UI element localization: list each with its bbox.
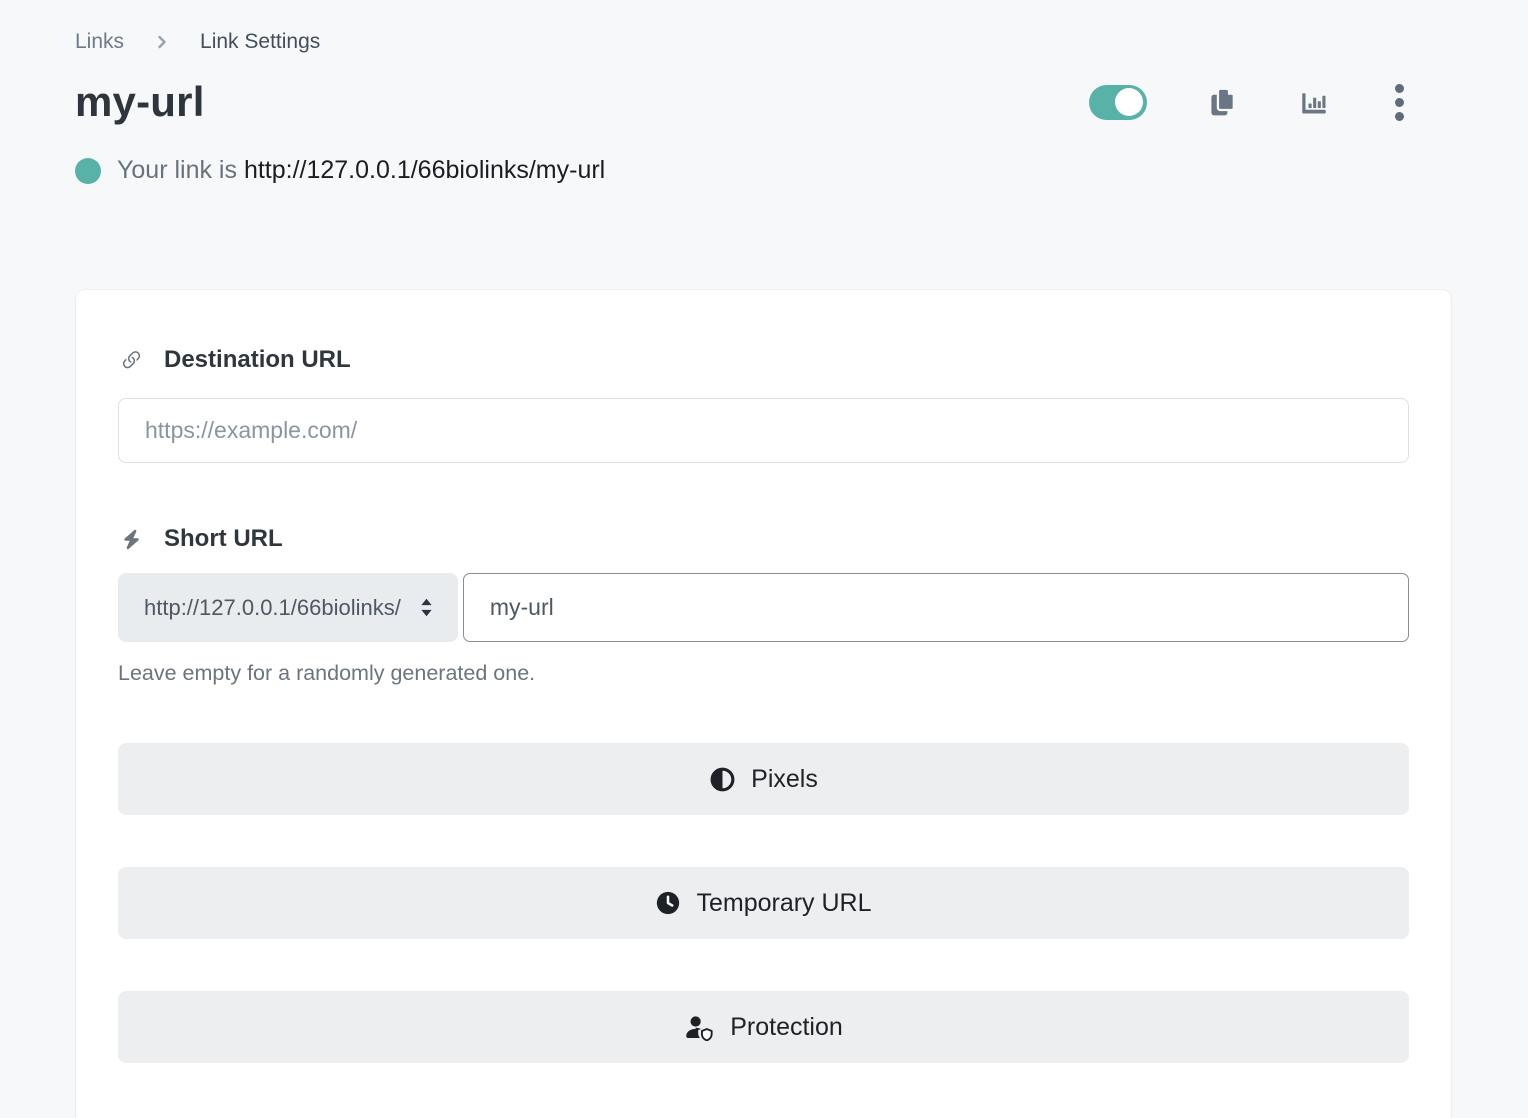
status-text: Your link is http://127.0.0.1/66biolinks…	[117, 156, 605, 185]
bar-chart-icon	[1299, 87, 1329, 117]
sort-arrows-icon	[417, 597, 436, 618]
status-prefix: Your link is	[117, 156, 237, 184]
link-settings-page: Links Link Settings my-url	[0, 0, 1528, 1118]
chevron-right-icon	[154, 34, 170, 50]
short-url-slug-input[interactable]	[463, 573, 1409, 642]
header-controls	[1089, 82, 1452, 123]
statistics-button[interactable]	[1299, 87, 1329, 117]
short-link-url[interactable]: http://127.0.0.1/66biolinks/my-url	[244, 156, 605, 184]
chain-link-icon	[118, 348, 144, 373]
link-settings-card: Destination URL Short URL http://127.0.0…	[75, 289, 1452, 1118]
protection-button-label: Protection	[730, 1013, 843, 1042]
toggle-knob	[1115, 88, 1143, 116]
destination-url-label-text: Destination URL	[164, 346, 351, 374]
domain-select[interactable]: http://127.0.0.1/66biolinks/	[118, 573, 458, 642]
circle-half-filled-icon	[709, 766, 736, 793]
page-title: my-url	[75, 78, 205, 126]
link-active-toggle[interactable]	[1089, 85, 1147, 120]
kebab-menu-icon[interactable]	[1389, 82, 1410, 123]
breadcrumb: Links Link Settings	[75, 30, 1452, 54]
status-dot-icon	[75, 158, 101, 184]
breadcrumb-links[interactable]: Links	[75, 30, 124, 54]
destination-url-input[interactable]	[118, 398, 1409, 463]
pixels-button[interactable]: Pixels	[118, 743, 1409, 815]
page-header: my-url	[75, 78, 1452, 126]
temporary-url-button-label: Temporary URL	[696, 889, 871, 918]
short-url-input-group: http://127.0.0.1/66biolinks/	[118, 573, 1409, 642]
copy-icon	[1207, 86, 1239, 118]
copy-link-button[interactable]	[1207, 86, 1239, 118]
breadcrumb-current: Link Settings	[200, 30, 320, 54]
user-shield-icon	[684, 1014, 715, 1041]
short-url-label: Short URL	[118, 525, 1409, 553]
pixels-button-label: Pixels	[751, 765, 818, 794]
short-url-help-text: Leave empty for a randomly generated one…	[118, 661, 1409, 686]
short-url-label-text: Short URL	[164, 525, 283, 553]
domain-select-value: http://127.0.0.1/66biolinks/	[144, 595, 401, 621]
temporary-url-button[interactable]: Temporary URL	[118, 867, 1409, 939]
lightning-bolt-icon	[118, 528, 144, 551]
protection-button[interactable]: Protection	[118, 991, 1409, 1063]
clock-icon	[655, 890, 681, 916]
link-status: Your link is http://127.0.0.1/66biolinks…	[75, 156, 1452, 185]
destination-url-label: Destination URL	[118, 346, 1409, 374]
